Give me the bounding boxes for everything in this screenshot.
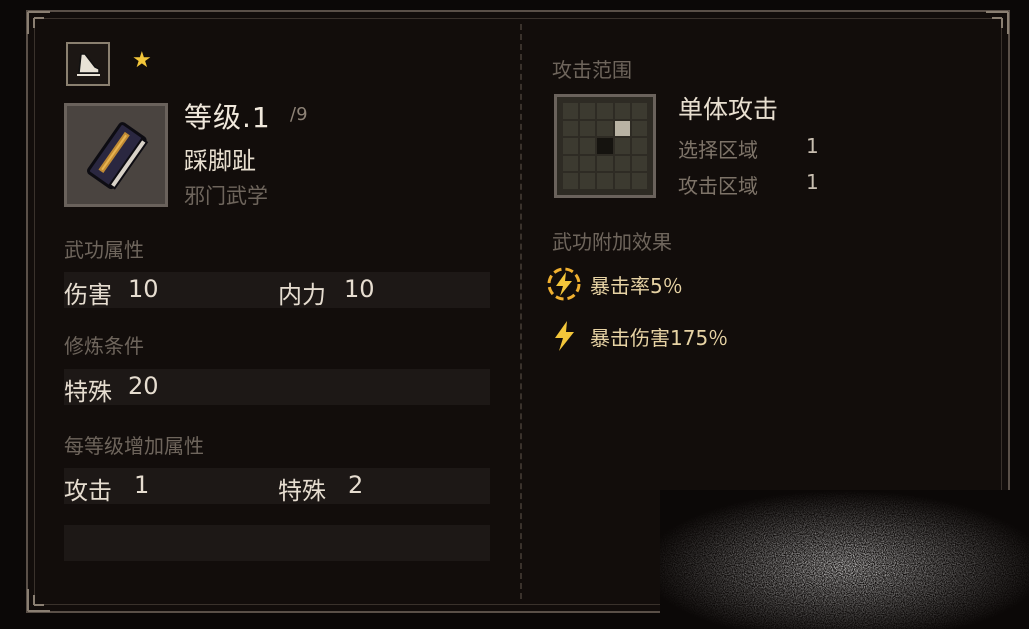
corner-ornament-icon [27,11,50,34]
lightning-circle-icon [547,267,581,301]
effect-item: 暴击率5％ [546,266,683,302]
damage-label: 伤害 [64,281,112,309]
select-area-label: 选择区域 [678,138,758,162]
attributes-title: 武功属性 [64,238,144,262]
target-cell [614,120,630,137]
attack-area-value: 1 [806,170,819,194]
star-icon: ★ [132,48,152,73]
level-max: /9 [290,104,308,125]
origin-cell [597,138,613,154]
per-level-title: 每等级增加属性 [64,434,204,458]
attack-range-grid [554,94,656,198]
skill-category: 邪门武学 [184,184,268,208]
range-title: 攻击范围 [552,58,632,82]
corner-ornament-icon [27,589,50,612]
special-label: 特殊 [64,378,112,406]
effects-title: 武功附加效果 [552,230,672,254]
boot-kick-icon [66,42,110,86]
lightning-icon [555,321,574,351]
effect-text: 暴击率5％ [590,273,683,298]
noise-overlay [660,490,1029,629]
empty-stat-row [64,525,490,561]
special-value: 2 [348,471,364,499]
skill-book-icon [64,103,168,207]
attack-area-label: 攻击区域 [678,174,758,198]
per-level-row: 攻击 1 特殊 2 [64,468,490,505]
skill-name: 踩脚趾 [184,147,256,175]
requirements-title: 修炼条件 [64,334,144,358]
level-label: 等级.1 [184,101,271,134]
select-area-value: 1 [806,134,819,158]
damage-value: 10 [128,275,159,303]
requirements-row: 特殊 20 [64,369,490,406]
special-value: 20 [128,372,159,400]
inner-power-value: 10 [344,275,375,303]
effect-text: 暴击伤害175％ [590,325,729,350]
inner-power-label: 内力 [278,281,326,309]
special-label: 特殊 [278,477,326,505]
column-divider [520,24,522,599]
attack-type: 单体攻击 [678,95,779,124]
attributes-row: 伤害 10 内力 10 [64,272,490,309]
attack-value: 1 [134,471,150,499]
attack-label: 攻击 [64,477,112,505]
corner-ornament-icon [986,11,1009,34]
effect-item: 暴击伤害175％ [546,318,728,354]
